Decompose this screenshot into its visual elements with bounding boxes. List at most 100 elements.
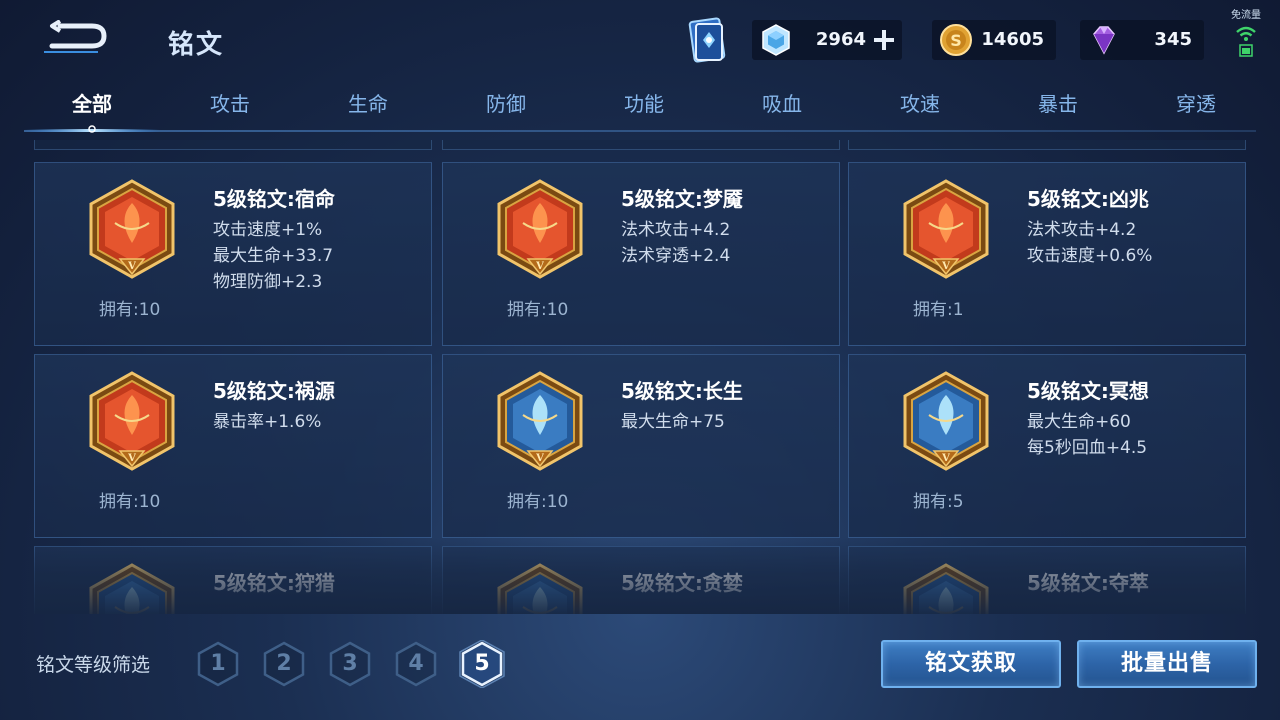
previous-row-edge xyxy=(34,140,432,150)
plus-icon xyxy=(874,30,894,50)
owned-count: 拥有:1 xyxy=(913,300,964,320)
inscription-stats: 法术攻击+4.2 攻击速度+0.6% xyxy=(1027,217,1152,269)
inscription-name: 5级铭文:梦魇 xyxy=(621,187,743,211)
svg-text:V: V xyxy=(535,453,544,464)
level-filter-1-button[interactable]: 1 xyxy=(194,640,242,688)
previous-row-edge xyxy=(442,140,840,150)
coupon-value: 2964 xyxy=(815,29,866,50)
inscription-stat: 暴击率+1.6% xyxy=(213,412,322,432)
level-filter-label: 5 xyxy=(474,651,490,676)
tab-defense[interactable]: 防御 xyxy=(446,86,566,126)
inscription-name: 5级铭文:夺萃 xyxy=(1027,571,1149,595)
inscription-stats: 最大生命+75 xyxy=(621,409,725,435)
svg-text:V: V xyxy=(535,261,544,272)
top-bar: 铭文 2964 S 14605 345 免流量 xyxy=(0,0,1280,80)
gem-value: 345 xyxy=(1154,29,1192,50)
inscription-emblem-icon: V xyxy=(903,179,989,279)
inscription-stat: 物理防御+2.3 xyxy=(213,272,323,292)
network-status: 免流量 xyxy=(1218,4,1274,62)
gold-coin-icon: S xyxy=(940,24,972,56)
inscription-stats: 暴击率+1.6% xyxy=(213,409,321,435)
owned-count: 拥有:10 xyxy=(99,300,161,320)
inscription-emblem-icon: V xyxy=(903,563,989,614)
inscription-stat: 最大生命+33.7 xyxy=(213,246,334,266)
inscription-card[interactable]: V 5级铭文:贪婪 xyxy=(442,546,840,614)
inscription-stats: 最大生命+60 每5秒回血+4.5 xyxy=(1027,409,1147,461)
network-label: 免流量 xyxy=(1231,10,1261,21)
level-filter-label: 铭文等级筛选 xyxy=(36,654,151,676)
inscription-stat: 法术穿透+2.4 xyxy=(621,246,731,266)
previous-row-edge xyxy=(848,140,1246,150)
inscription-emblem-icon: V xyxy=(497,179,583,279)
tab-lifesteal[interactable]: 吸血 xyxy=(722,86,842,126)
inscription-card[interactable]: V 5级铭文:凶兆法术攻击+4.2 攻击速度+0.6% 拥有:1 xyxy=(848,162,1246,346)
owned-count: 拥有:10 xyxy=(507,492,569,512)
gold-balance: S 14605 xyxy=(932,20,1056,60)
get-inscription-button[interactable]: 铭文获取 xyxy=(881,640,1061,688)
tab-penetration[interactable]: 穿透 xyxy=(1136,86,1256,126)
inscription-name: 5级铭文:长生 xyxy=(621,379,743,403)
tab-health[interactable]: 生命 xyxy=(308,86,428,126)
tab-utility[interactable]: 功能 xyxy=(584,86,704,126)
owned-count: 拥有:10 xyxy=(99,492,161,512)
inscription-card[interactable]: V 5级铭文:梦魇法术攻击+4.2 法术穿透+2.4 拥有:10 xyxy=(442,162,840,346)
inscription-stats: 法术攻击+4.2 法术穿透+2.4 xyxy=(621,217,730,269)
gold-value: 14605 xyxy=(981,29,1044,50)
tab-attack[interactable]: 攻击 xyxy=(170,86,290,126)
inscription-name: 5级铭文:宿命 xyxy=(213,187,335,211)
tab-divider xyxy=(24,130,1256,132)
inscription-card[interactable]: V 5级铭文:长生 最大生命+75 拥有:10 xyxy=(442,354,840,538)
level-filter-5-button[interactable]: 5 xyxy=(458,640,506,688)
svg-text:V: V xyxy=(941,453,950,464)
inscription-card[interactable]: V 5级铭文:冥想最大生命+60 每5秒回血+4.5 拥有:5 xyxy=(848,354,1246,538)
inscription-pack-button[interactable] xyxy=(682,14,732,66)
category-tabs: 全部 攻击 生命 防御 功能 吸血 攻速 暴击 穿透 xyxy=(24,86,1256,134)
inscription-card[interactable]: V 5级铭文:祸源暴击率+1.6% 拥有:10 xyxy=(34,354,432,538)
gem-balance: 345 xyxy=(1080,20,1204,60)
card-pack-icon xyxy=(688,17,726,63)
add-coupon-button[interactable] xyxy=(872,28,896,52)
level-filter-label: 2 xyxy=(276,651,292,676)
inscription-name: 5级铭文:祸源 xyxy=(213,379,335,403)
level-filter-label: 3 xyxy=(342,651,358,676)
inscription-stat: 最大生命+60 xyxy=(1027,412,1131,432)
coupon-balance: 2964 xyxy=(752,20,902,60)
inscription-name: 5级铭文:冥想 xyxy=(1027,379,1149,403)
inscription-emblem-icon: V xyxy=(903,371,989,471)
inscription-card[interactable]: V 5级铭文:狩猎 xyxy=(34,546,432,614)
inscription-emblem-icon: V xyxy=(89,179,175,279)
diamond-coupon-icon xyxy=(762,24,790,56)
tab-attack-speed[interactable]: 攻速 xyxy=(860,86,980,126)
level-filter-label: 1 xyxy=(210,651,226,676)
inscription-emblem-icon: V xyxy=(497,371,583,471)
bulk-sell-button[interactable]: 批量出售 xyxy=(1077,640,1257,688)
svg-text:V: V xyxy=(127,453,136,464)
purple-gem-icon xyxy=(1093,26,1115,55)
inscription-emblem-icon: V xyxy=(497,563,583,614)
tab-critical[interactable]: 暴击 xyxy=(998,86,1118,126)
inscription-name: 5级铭文:狩猎 xyxy=(213,571,335,595)
svg-text:S: S xyxy=(950,31,962,50)
level-filter-3-button[interactable]: 3 xyxy=(326,640,374,688)
inscription-stat: 攻击速度+0.6% xyxy=(1027,246,1153,266)
inscription-card[interactable]: V 5级铭文:宿命攻击速度+1% 最大生命+33.7 物理防御+2.3 拥有:10 xyxy=(34,162,432,346)
inscription-stat: 攻击速度+1% xyxy=(213,220,323,240)
level-filter-label: 4 xyxy=(408,651,424,676)
owned-count: 拥有:10 xyxy=(507,300,569,320)
back-button[interactable] xyxy=(38,19,108,56)
inscription-stat: 法术攻击+4.2 xyxy=(621,220,731,240)
back-arrow-icon xyxy=(44,19,107,53)
inscription-stats: 攻击速度+1% 最大生命+33.7 物理防御+2.3 xyxy=(213,217,333,295)
inscription-card[interactable]: V 5级铭文:夺萃 xyxy=(848,546,1246,614)
page-title: 铭文 xyxy=(168,30,225,60)
svg-text:V: V xyxy=(941,261,950,272)
svg-text:V: V xyxy=(127,261,136,272)
inscription-grid: V 5级铭文:宿命 攻击速度+1% 最大生命+33.7 物理防御+2.3 拥有:10 V 5级… xyxy=(34,140,1246,614)
level-filter-2-button[interactable]: 2 xyxy=(260,640,308,688)
inscription-emblem-icon: V xyxy=(89,371,175,471)
level-filter-4-button[interactable]: 4 xyxy=(392,640,440,688)
inscription-name: 5级铭文:凶兆 xyxy=(1027,187,1149,211)
active-tab-indicator xyxy=(24,125,160,133)
owned-count: 拥有:5 xyxy=(913,492,964,512)
tab-all[interactable]: 全部 xyxy=(32,86,152,126)
